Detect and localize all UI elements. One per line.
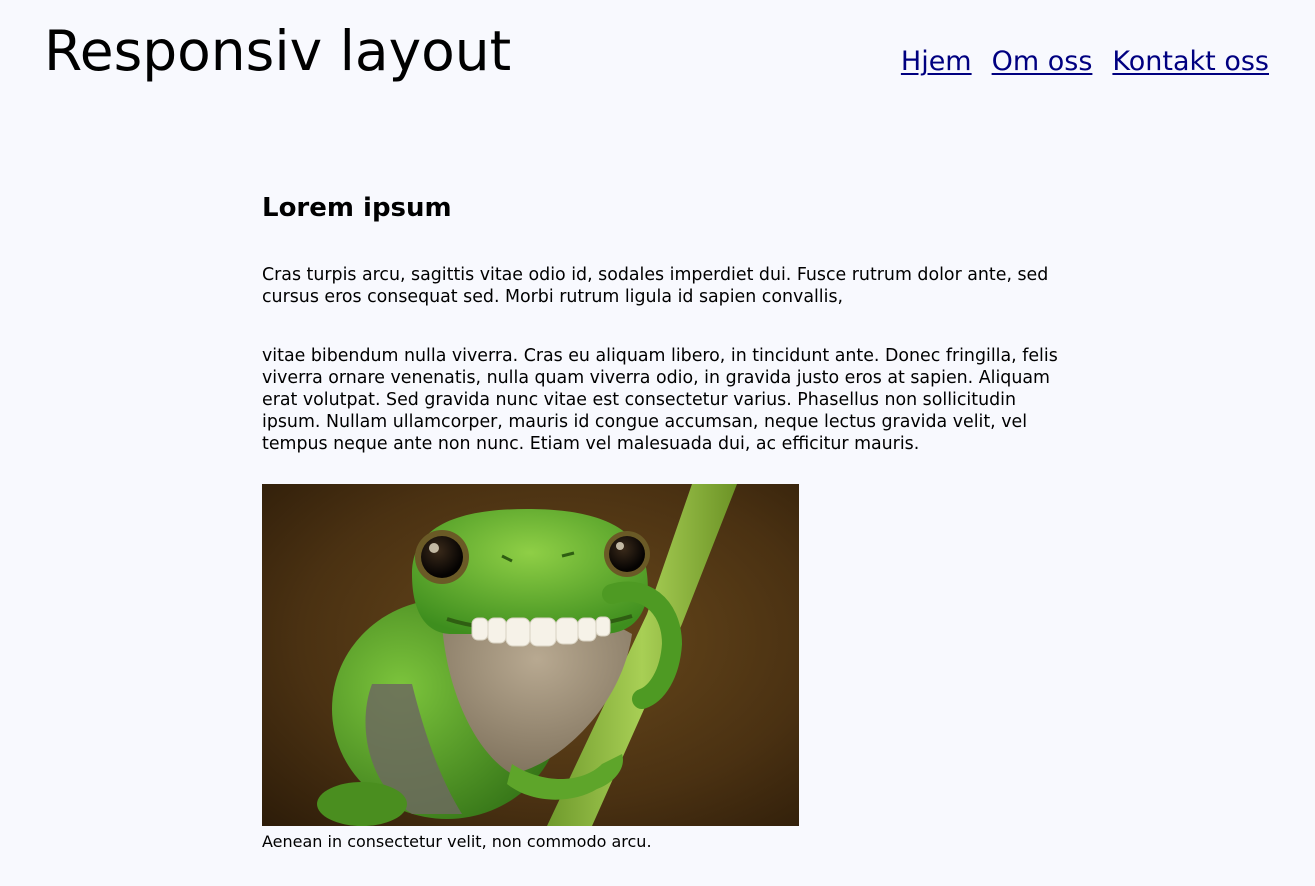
nav-link-hjem[interactable]: Hjem bbox=[901, 44, 972, 80]
frog-figure: Aenean in consectetur velit, non commodo… bbox=[262, 484, 1062, 852]
article-paragraph-2: vitae bibendum nulla viverra. Cras eu al… bbox=[262, 346, 1058, 454]
main-content: Lorem ipsum Cras turpis arcu, sagittis v… bbox=[262, 190, 1062, 852]
frog-photo bbox=[262, 484, 799, 826]
site-title: Responsiv layout bbox=[44, 19, 512, 83]
article-heading: Lorem ipsum bbox=[262, 193, 452, 223]
nav-link-om-oss[interactable]: Om oss bbox=[992, 44, 1093, 80]
article-paragraph-1: Cras turpis arcu, sagittis vitae odio id… bbox=[262, 265, 1049, 307]
main-nav: Hjem Om oss Kontakt oss bbox=[901, 44, 1269, 80]
frog-caption: Aenean in consectetur velit, non commodo… bbox=[262, 832, 652, 851]
nav-link-kontakt-oss[interactable]: Kontakt oss bbox=[1112, 44, 1269, 80]
page: Responsiv layout Hjem Om oss Kontakt oss… bbox=[0, 0, 1315, 886]
